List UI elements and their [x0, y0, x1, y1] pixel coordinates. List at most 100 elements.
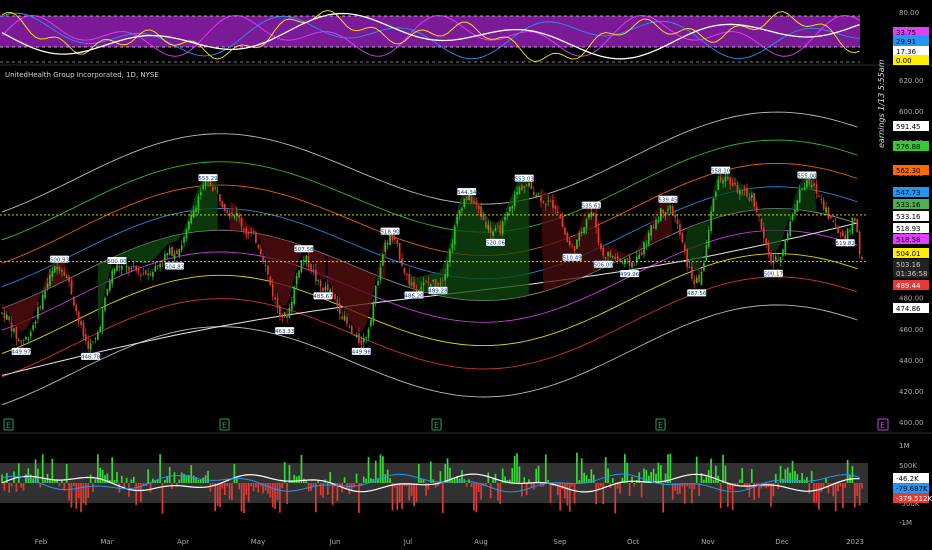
- candle[interactable]: [691, 266, 693, 279]
- candle[interactable]: [322, 287, 324, 292]
- candle[interactable]: [25, 337, 27, 340]
- candle[interactable]: [99, 327, 102, 332]
- candle[interactable]: [686, 249, 688, 267]
- candle[interactable]: [566, 233, 569, 243]
- candle[interactable]: [70, 280, 73, 295]
- candle[interactable]: [851, 217, 854, 234]
- candle[interactable]: [612, 256, 614, 257]
- candle[interactable]: [849, 230, 851, 232]
- candle[interactable]: [46, 283, 49, 288]
- candle[interactable]: [178, 249, 181, 257]
- candle[interactable]: [120, 265, 123, 270]
- candle[interactable]: [695, 277, 698, 283]
- candle[interactable]: [235, 213, 238, 216]
- candle[interactable]: [700, 271, 703, 285]
- candle[interactable]: [173, 253, 176, 259]
- candle[interactable]: [834, 224, 837, 227]
- candle[interactable]: [132, 266, 135, 267]
- candle[interactable]: [221, 200, 224, 208]
- candle[interactable]: [329, 289, 332, 293]
- candle[interactable]: [767, 242, 770, 254]
- candle[interactable]: [279, 305, 281, 318]
- candle[interactable]: [796, 200, 799, 212]
- candle[interactable]: [192, 210, 195, 218]
- candle[interactable]: [544, 204, 547, 206]
- candle[interactable]: [32, 325, 34, 330]
- candle[interactable]: [525, 184, 528, 186]
- candle[interactable]: [1, 312, 3, 314]
- candle[interactable]: [748, 197, 751, 201]
- candle[interactable]: [252, 231, 255, 233]
- candle[interactable]: [358, 333, 360, 343]
- candle[interactable]: [762, 227, 765, 239]
- candle[interactable]: [597, 228, 600, 243]
- candle[interactable]: [41, 294, 44, 309]
- candle[interactable]: [214, 187, 217, 189]
- candle[interactable]: [856, 219, 859, 233]
- candle[interactable]: [338, 302, 341, 314]
- candle[interactable]: [29, 331, 32, 337]
- candle[interactable]: [92, 341, 94, 343]
- candle[interactable]: [149, 273, 152, 276]
- candle[interactable]: [382, 254, 384, 266]
- candle[interactable]: [520, 185, 523, 191]
- candle[interactable]: [727, 176, 729, 180]
- candle[interactable]: [319, 281, 322, 287]
- candle[interactable]: [370, 320, 372, 327]
- candle[interactable]: [17, 339, 20, 341]
- candle[interactable]: [58, 267, 61, 271]
- candle[interactable]: [271, 284, 274, 297]
- candle[interactable]: [671, 206, 674, 216]
- candle[interactable]: [501, 221, 504, 234]
- candle[interactable]: [571, 245, 573, 247]
- candle[interactable]: [180, 245, 183, 250]
- candle[interactable]: [559, 215, 561, 218]
- candle[interactable]: [80, 321, 82, 325]
- candle[interactable]: [276, 298, 279, 309]
- candle[interactable]: [813, 183, 815, 186]
- candle[interactable]: [719, 176, 722, 181]
- candle[interactable]: [657, 220, 660, 222]
- candle[interactable]: [645, 244, 648, 246]
- candle[interactable]: [61, 270, 63, 272]
- candle[interactable]: [432, 279, 435, 282]
- candle[interactable]: [410, 282, 413, 286]
- candle[interactable]: [667, 208, 669, 211]
- candle[interactable]: [188, 221, 190, 230]
- candle[interactable]: [786, 233, 789, 241]
- candle[interactable]: [39, 306, 42, 309]
- candle[interactable]: [250, 231, 252, 234]
- candle[interactable]: [348, 326, 351, 328]
- candle[interactable]: [360, 340, 363, 345]
- candle[interactable]: [49, 274, 51, 286]
- candle[interactable]: [68, 277, 70, 282]
- candle[interactable]: [777, 259, 779, 261]
- candle[interactable]: [197, 196, 200, 211]
- candle[interactable]: [602, 248, 605, 256]
- candle[interactable]: [741, 189, 744, 191]
- candle[interactable]: [475, 202, 478, 205]
- candle[interactable]: [712, 198, 715, 212]
- candle[interactable]: [140, 274, 142, 276]
- candle[interactable]: [820, 199, 823, 200]
- candle[interactable]: [314, 269, 317, 282]
- candle[interactable]: [511, 206, 514, 209]
- candle[interactable]: [509, 206, 511, 211]
- candle[interactable]: [580, 231, 583, 234]
- candle[interactable]: [367, 329, 370, 338]
- candle[interactable]: [245, 228, 248, 235]
- candle[interactable]: [420, 287, 423, 290]
- candle[interactable]: [681, 233, 684, 243]
- candle[interactable]: [734, 182, 736, 185]
- candle[interactable]: [238, 215, 240, 218]
- candle[interactable]: [753, 193, 756, 207]
- candle[interactable]: [456, 216, 458, 224]
- candle[interactable]: [125, 266, 128, 267]
- candle[interactable]: [827, 207, 830, 219]
- candle[interactable]: [350, 325, 353, 334]
- candle[interactable]: [774, 256, 777, 261]
- candle[interactable]: [504, 216, 506, 221]
- candle[interactable]: [434, 279, 437, 286]
- candle[interactable]: [288, 307, 291, 318]
- candle[interactable]: [643, 242, 645, 255]
